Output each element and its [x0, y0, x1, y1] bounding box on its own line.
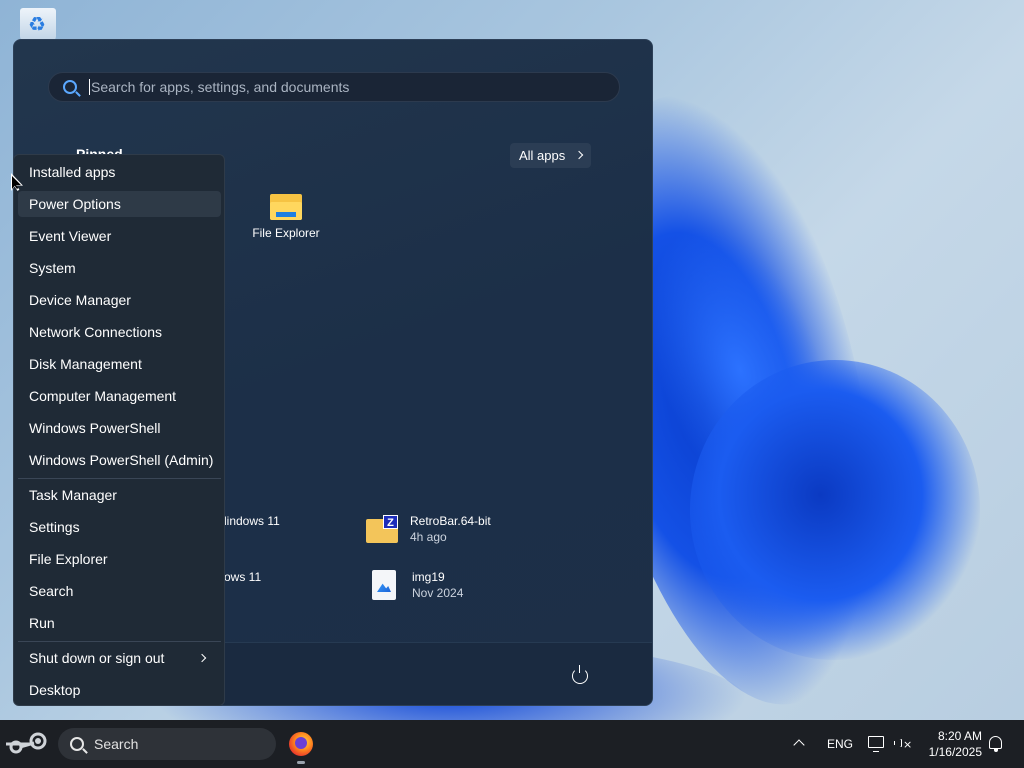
menu-item-file-explorer[interactable]: File Explorer — [18, 546, 221, 572]
taskbar: Search ENG × 8:20 AM 1/16/2025 — [0, 720, 1024, 768]
recommended-item-title: img19 — [412, 570, 445, 584]
all-apps-button[interactable]: All apps — [510, 143, 592, 168]
menu-item-shut-down-label: Shut down or sign out — [29, 650, 165, 666]
image-file-icon — [372, 570, 396, 600]
menu-item-task-manager[interactable]: Task Manager — [18, 482, 221, 508]
firefox-icon[interactable] — [289, 732, 313, 756]
recommended-item[interactable]: img19 Nov 2024 — [366, 569, 463, 601]
recommended-item[interactable]: lindows 11 — [224, 513, 280, 529]
clock-time: 8:20 AM — [937, 729, 982, 743]
menu-separator — [18, 641, 221, 642]
menu-item-windows-powershell-admin[interactable]: Windows PowerShell (Admin) — [18, 447, 221, 473]
chevron-up-icon[interactable] — [793, 739, 805, 751]
recommended-item-subtitle: Nov 2024 — [412, 586, 464, 600]
folder-icon — [270, 194, 302, 220]
recommended-item[interactable]: ows 11 — [224, 569, 261, 585]
chevron-right-icon — [575, 150, 584, 160]
menu-item-run[interactable]: Run — [18, 610, 221, 636]
taskbar-search-label: Search — [94, 736, 139, 752]
running-indicator — [297, 761, 305, 764]
chevron-right-icon — [197, 653, 207, 663]
power-icon[interactable] — [572, 665, 588, 684]
search-icon — [70, 737, 84, 751]
menu-item-computer-management[interactable]: Computer Management — [18, 383, 221, 409]
text-caret — [89, 79, 90, 95]
menu-item-device-manager[interactable]: Device Manager — [18, 287, 221, 313]
winx-context-menu: Installed apps Power Options Event Viewe… — [13, 154, 225, 706]
language-indicator[interactable]: ENG — [827, 737, 853, 751]
menu-item-search[interactable]: Search — [18, 578, 221, 604]
all-apps-label: All apps — [519, 148, 566, 163]
start-search-input[interactable]: Search for apps, settings, and documents — [48, 72, 620, 102]
menu-item-desktop[interactable]: Desktop — [18, 677, 221, 703]
menu-item-system[interactable]: System — [18, 255, 221, 281]
recommended-item-title: RetroBar.64-bit — [410, 514, 491, 528]
pinned-app-label: File Explorer — [252, 226, 320, 240]
recommended-item[interactable]: Z RetroBar.64-bit 4h ago — [366, 513, 491, 545]
pinned-app-file-explorer[interactable]: File Explorer — [246, 190, 326, 240]
steam-icon[interactable] — [4, 731, 50, 757]
volume-muted-icon[interactable]: × — [894, 736, 912, 751]
recycle-bin-icon — [20, 8, 56, 42]
recommended-item-subtitle: 4h ago — [410, 530, 447, 544]
menu-item-settings[interactable]: Settings — [18, 514, 221, 540]
menu-item-windows-powershell[interactable]: Windows PowerShell — [18, 415, 221, 441]
zip-folder-icon: Z — [366, 515, 398, 543]
menu-item-installed-apps[interactable]: Installed apps — [18, 159, 221, 185]
search-icon — [63, 80, 77, 94]
menu-item-power-options[interactable]: Power Options — [18, 191, 221, 217]
menu-item-disk-management[interactable]: Disk Management — [18, 351, 221, 377]
wallpaper-bloom — [690, 360, 980, 660]
menu-item-shut-down[interactable]: Shut down or sign out — [18, 645, 221, 671]
menu-separator — [18, 478, 221, 479]
recommended-item-title: ows 11 — [224, 570, 262, 584]
menu-item-event-viewer[interactable]: Event Viewer — [18, 223, 221, 249]
notification-bell-icon[interactable] — [989, 736, 1002, 752]
menu-item-network-connections[interactable]: Network Connections — [18, 319, 221, 345]
search-placeholder: Search for apps, settings, and documents — [91, 79, 350, 95]
recommended-item-title: lindows 11 — [224, 514, 280, 528]
network-icon[interactable] — [868, 736, 884, 752]
system-clock[interactable]: 8:20 AM 1/16/2025 — [920, 728, 982, 760]
clock-date: 1/16/2025 — [928, 745, 982, 759]
taskbar-search-box[interactable]: Search — [58, 728, 276, 760]
